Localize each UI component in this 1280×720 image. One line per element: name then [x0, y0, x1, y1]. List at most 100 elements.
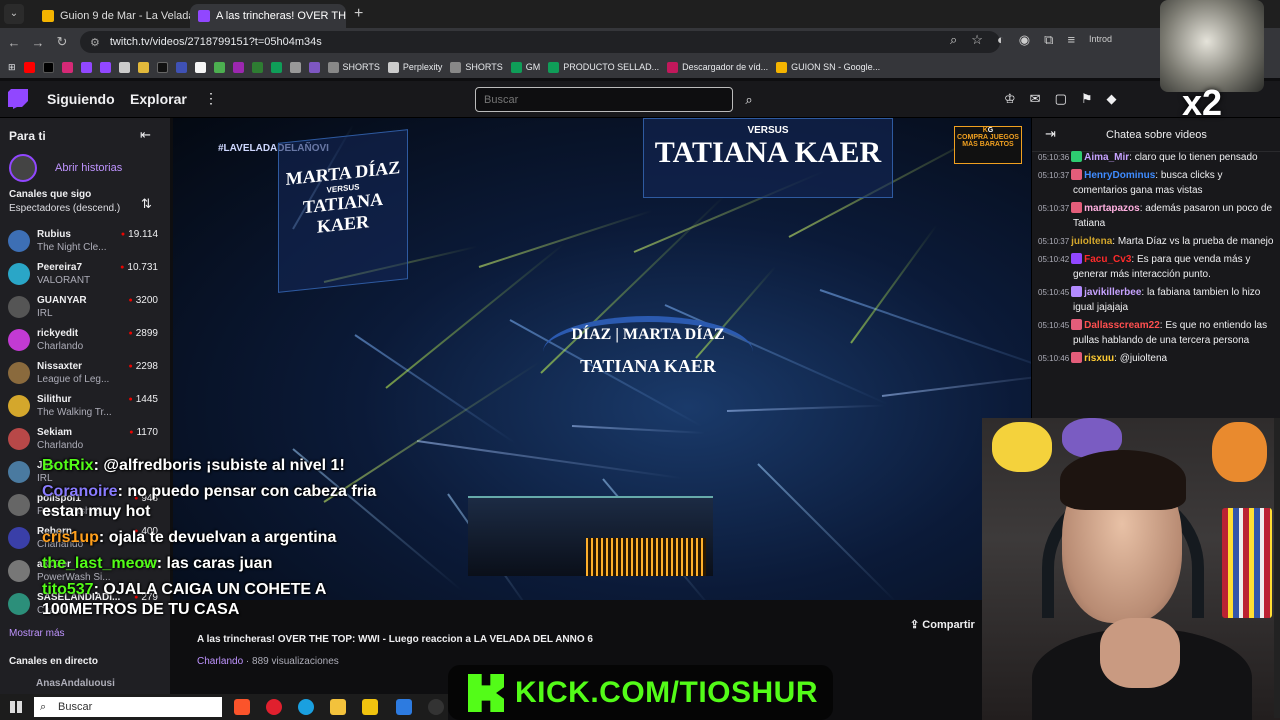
windows-start-icon[interactable]: [10, 701, 22, 713]
badge-icon[interactable]: [1071, 352, 1083, 363]
new-tab-icon[interactable]: +: [354, 5, 363, 23]
sidebar-channel[interactable]: Nissaxter League of Leg... 2298: [8, 358, 158, 391]
overlay-username: tito537: [42, 581, 94, 598]
profile-label[interactable]: Introd: [1089, 34, 1112, 48]
avatar: [8, 263, 30, 285]
app-icon[interactable]: [396, 699, 412, 715]
obs-icon[interactable]: [428, 699, 444, 715]
search-input[interactable]: [475, 87, 733, 112]
search-icon[interactable]: ⌕: [736, 87, 762, 112]
pdf-icon[interactable]: [137, 61, 149, 73]
bookmark-guion[interactable]: GUION SN - Google...: [776, 61, 880, 73]
chat-username[interactable]: Dallasscream22: [1084, 320, 1160, 331]
badge-icon[interactable]: [1071, 169, 1083, 180]
nav-browse[interactable]: Explorar: [130, 91, 187, 107]
url-field[interactable]: ⚙ twitch.tv/videos/2718799151?t=05h04m34…: [80, 31, 1000, 53]
sidebar-channel[interactable]: rickyedit Charlando 2899: [8, 325, 158, 358]
whispers-icon[interactable]: ▢: [1055, 91, 1067, 107]
drops-icon[interactable]: ⚑: [1081, 91, 1093, 107]
sidebar-channel[interactable]: Sekiam Charlando 1170: [8, 424, 158, 457]
badge-icon[interactable]: [1071, 202, 1083, 213]
address-bar: ← → ↻ ⚙ twitch.tv/videos/2718799151?t=05…: [0, 28, 1280, 56]
badge-icon[interactable]: [1071, 286, 1083, 297]
share-button[interactable]: ⇪ Compartir: [910, 618, 975, 631]
tab-twitch[interactable]: A las trincheras! OVER THE ✕: [190, 4, 346, 28]
opera-icon[interactable]: [266, 699, 282, 715]
edge-icon[interactable]: [298, 699, 314, 715]
twitch-icon[interactable]: [99, 61, 111, 73]
media-icon[interactable]: ≡: [1067, 32, 1075, 48]
inbox-icon[interactable]: ✉: [1030, 91, 1041, 107]
avatar: [8, 296, 30, 318]
drive-icon[interactable]: [118, 61, 130, 73]
tiktok-icon[interactable]: [156, 61, 168, 73]
bookmark-icon[interactable]: [289, 61, 301, 73]
instagram-icon[interactable]: [61, 61, 73, 73]
tab-guion[interactable]: Guion 9 de Mar - La Velada - P ✕: [34, 4, 190, 28]
bookmark-icon[interactable]: [194, 61, 206, 73]
collapse-arrow-icon[interactable]: ⇤: [140, 127, 151, 143]
chat-username[interactable]: javikillerbee: [1084, 287, 1141, 298]
pikachu-plush: [992, 422, 1052, 472]
extensions-puzzle-icon[interactable]: ⧉: [1044, 32, 1053, 48]
more-options-icon[interactable]: ⋮: [204, 90, 218, 107]
collapse-chat-icon[interactable]: ⇥: [1045, 126, 1056, 142]
badge-icon[interactable]: [1071, 319, 1083, 330]
badge-icon[interactable]: [1071, 151, 1083, 162]
chat-username[interactable]: martapazos: [1084, 203, 1140, 214]
brave-icon[interactable]: [234, 699, 250, 715]
crown-icon[interactable]: ♔: [1004, 91, 1016, 107]
sidebar-channel[interactable]: Silithur The Walking Tr... 1445: [8, 391, 158, 424]
forward-icon[interactable]: →: [26, 35, 50, 50]
sort-label: Espectadores (descend.): [9, 203, 121, 214]
extension-icon[interactable]: ◉: [1019, 32, 1030, 48]
bookmark-icon[interactable]: [175, 61, 187, 73]
chat-username[interactable]: Facu_Cv3: [1084, 254, 1131, 265]
bookmark-icon[interactable]: [213, 61, 225, 73]
show-more-link[interactable]: Mostrar más: [9, 628, 65, 639]
bookmark-gm[interactable]: GM: [510, 61, 540, 73]
bookmark-descargador[interactable]: Descargador de víd...: [667, 61, 768, 73]
twitch-logo-icon[interactable]: [8, 89, 28, 109]
bookmark-shorts-2[interactable]: SHORTS: [450, 61, 503, 73]
bookmark-icon[interactable]: [251, 61, 263, 73]
reload-icon[interactable]: ↻: [50, 34, 74, 50]
apps-grid-icon[interactable]: ⊞: [8, 62, 16, 73]
sidebar-channel[interactable]: Rubius The Night Cle... 19.114: [8, 226, 158, 259]
avatar: [8, 593, 30, 615]
scrollbar[interactable]: [1274, 418, 1280, 718]
folder-icon[interactable]: [330, 699, 346, 715]
site-info-icon[interactable]: ⚙: [90, 36, 100, 49]
chat-username[interactable]: juioltena: [1071, 236, 1112, 247]
sheets-icon[interactable]: [270, 61, 282, 73]
bookmark-shorts[interactable]: SHORTS: [327, 61, 380, 73]
app-icon[interactable]: [362, 699, 378, 715]
twitch-icon[interactable]: [80, 61, 92, 73]
stories-row[interactable]: Abrir historias: [9, 154, 122, 182]
extension-icon[interactable]: ◐: [997, 32, 1005, 48]
bookmark-icon[interactable]: [308, 61, 320, 73]
chat-username[interactable]: HenryDominus: [1084, 170, 1155, 181]
bookmark-producto[interactable]: PRODUCTO SELLAD...: [548, 61, 659, 73]
overlay-chat-message: BotRix: @alfredboris ¡subiste al nivel 1…: [42, 456, 392, 476]
sort-icon[interactable]: ⇅: [141, 196, 152, 212]
x-icon[interactable]: [42, 61, 54, 73]
chat-username[interactable]: risxuu: [1084, 353, 1114, 364]
chat-message: 05:10:42 Facu_Cv3: Es para que venda más …: [1038, 252, 1278, 282]
tab-search-icon[interactable]: ⌄: [4, 4, 24, 24]
zoom-icon[interactable]: ⌕: [950, 32, 957, 48]
youtube-icon[interactable]: [23, 61, 35, 73]
bookmark-icon[interactable]: [232, 61, 244, 73]
sidebar-channel[interactable]: GUANYAR IRL 3200: [8, 292, 158, 325]
bookmark-perplexity[interactable]: Perplexity: [387, 61, 442, 73]
back-icon[interactable]: ←: [2, 35, 26, 50]
chat-username[interactable]: Aima_Mir: [1084, 152, 1129, 163]
sidebar-channel[interactable]: Peereira7 VALORANT 10.731: [8, 259, 158, 292]
bookmark-star-icon[interactable]: ☆: [971, 32, 983, 48]
nav-following[interactable]: Siguiendo: [47, 91, 115, 107]
sidebar-channel-name[interactable]: AnasAndaluousi: [36, 678, 115, 689]
taskbar-search[interactable]: Buscar: [34, 697, 222, 717]
bits-icon[interactable]: ◆: [1107, 91, 1117, 107]
badge-icon[interactable]: [1071, 253, 1083, 264]
video-category[interactable]: Charlando: [197, 656, 243, 667]
